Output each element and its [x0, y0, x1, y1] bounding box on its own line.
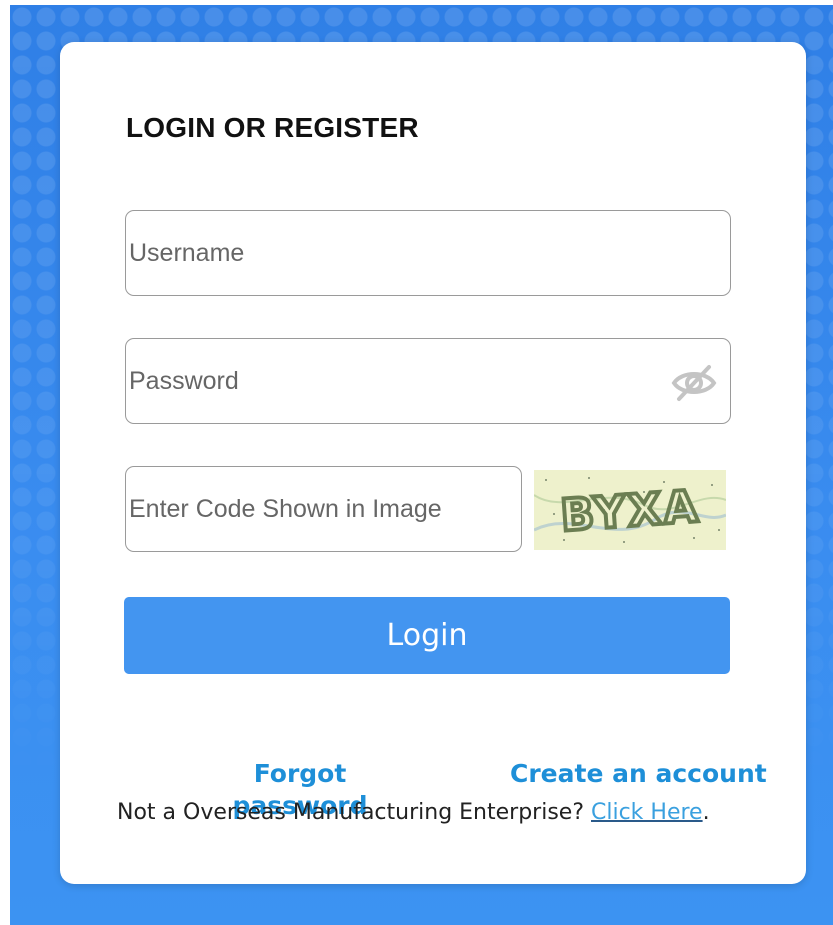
create-account-link[interactable]: Create an account: [510, 758, 767, 790]
click-here-link[interactable]: Click Here: [591, 800, 703, 825]
login-button[interactable]: Login: [124, 597, 730, 674]
captcha-image: BYXA: [534, 470, 726, 550]
password-input[interactable]: [129, 339, 673, 423]
captcha-graphic: BYXA: [534, 470, 726, 550]
captcha-input[interactable]: [129, 467, 514, 551]
footer-note: Not a Overseas Manufacturing Enterprise?…: [117, 800, 710, 825]
login-card: LOGIN OR REGISTER BYXA: [60, 42, 806, 884]
captcha-field[interactable]: [125, 466, 522, 552]
captcha-text: BYXA: [559, 481, 701, 542]
form-title: LOGIN OR REGISTER: [126, 112, 419, 143]
username-field[interactable]: [125, 210, 731, 296]
password-field[interactable]: [125, 338, 731, 424]
footer-period: .: [702, 800, 710, 825]
eye-slash-icon[interactable]: [670, 361, 718, 405]
username-input[interactable]: [129, 211, 673, 295]
footer-text: Not a Overseas Manufacturing Enterprise?: [117, 800, 591, 825]
